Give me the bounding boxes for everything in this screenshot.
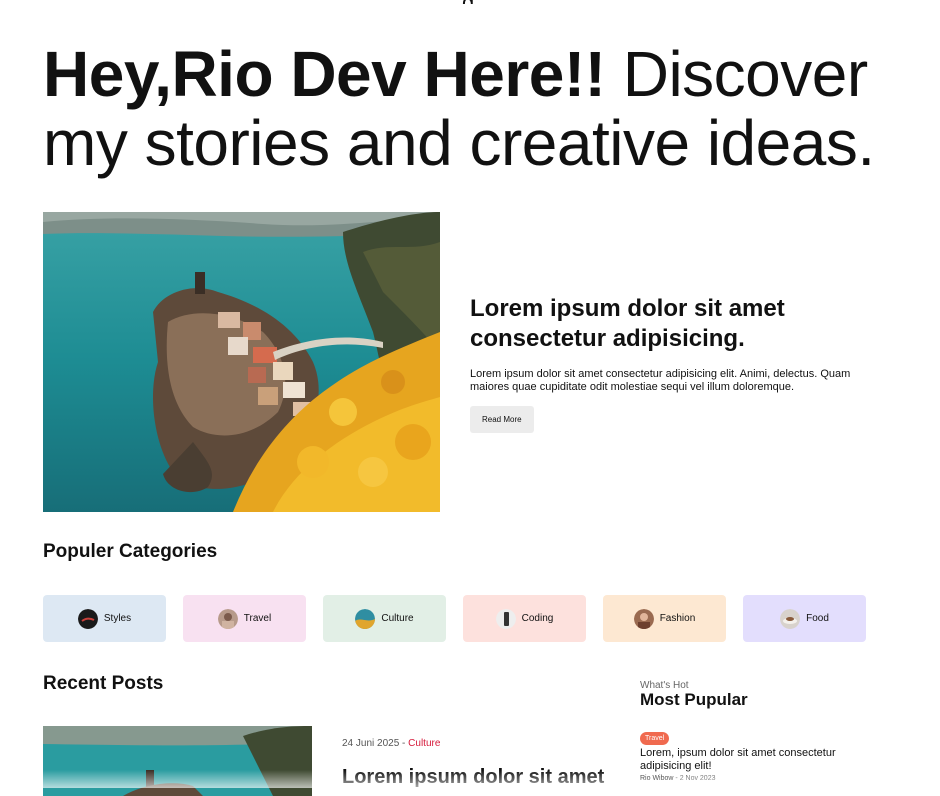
category-label: Travel — [243, 613, 272, 624]
post-date: 2 Nov 2023 — [679, 775, 716, 782]
recent-post-image[interactable] — [43, 726, 312, 796]
popular-post-title[interactable]: Lorem, ipsum dolor sit amet consectetur … — [640, 747, 870, 773]
category-coding[interactable]: Coding — [463, 595, 586, 642]
travel-avatar-icon — [217, 608, 238, 629]
post-author: Rio Wibow — [640, 775, 674, 782]
category-fashion[interactable]: Fashion — [603, 595, 726, 642]
featured-post-image[interactable] — [43, 212, 440, 512]
hero-heading: Hey,Rio Dev Here!! Discover my stories a… — [43, 40, 903, 178]
coastal-village-thumbnail — [43, 726, 312, 796]
nav-fragment: g — [462, 0, 492, 4]
recent-post-date: 24 Juni 2025 — [342, 738, 400, 749]
hero-heading-bold: Hey,Rio Dev Here!! — [43, 38, 606, 110]
categories-heading: Populer Categories — [43, 541, 218, 562]
read-more-button[interactable]: Read More — [470, 406, 534, 433]
featured-post-body: Lorem ipsum dolor sit amet consectetur a… — [470, 294, 870, 433]
recent-post-title[interactable]: Lorem ipsum dolor sit amet — [342, 766, 604, 789]
category-culture[interactable]: Culture — [323, 595, 446, 642]
category-travel[interactable]: Travel — [183, 595, 306, 642]
recent-post-category-link[interactable]: Culture — [408, 738, 440, 749]
category-styles[interactable]: Styles — [43, 595, 166, 642]
coastal-village-photo — [43, 212, 440, 512]
featured-post-title[interactable]: Lorem ipsum dolor sit amet consectetur a… — [470, 294, 870, 354]
fashion-avatar-icon — [633, 608, 654, 629]
category-label: Fashion — [659, 613, 696, 624]
category-label: Styles — [103, 613, 132, 624]
recent-post-meta: 24 Juni 2025 - Culture — [342, 738, 440, 749]
culture-avatar-icon — [355, 608, 376, 629]
styles-avatar-icon — [77, 608, 98, 629]
recent-posts-heading: Recent Posts — [43, 673, 164, 694]
most-popular-heading: Most Pupular — [640, 690, 748, 709]
category-label: Food — [806, 613, 829, 624]
category-badge-travel[interactable]: Travel — [640, 732, 670, 745]
featured-post-description: Lorem ipsum dolor sit amet consectetur a… — [470, 368, 851, 393]
meta-separator: - — [399, 738, 409, 749]
category-food[interactable]: Food — [743, 595, 866, 642]
food-avatar-icon — [780, 608, 801, 629]
popular-post-meta: Rio Wibow - 2 Nov 2023 — [640, 775, 716, 782]
category-label: Coding — [521, 613, 554, 624]
category-label: Culture — [381, 613, 414, 624]
coding-avatar-icon — [495, 608, 516, 629]
